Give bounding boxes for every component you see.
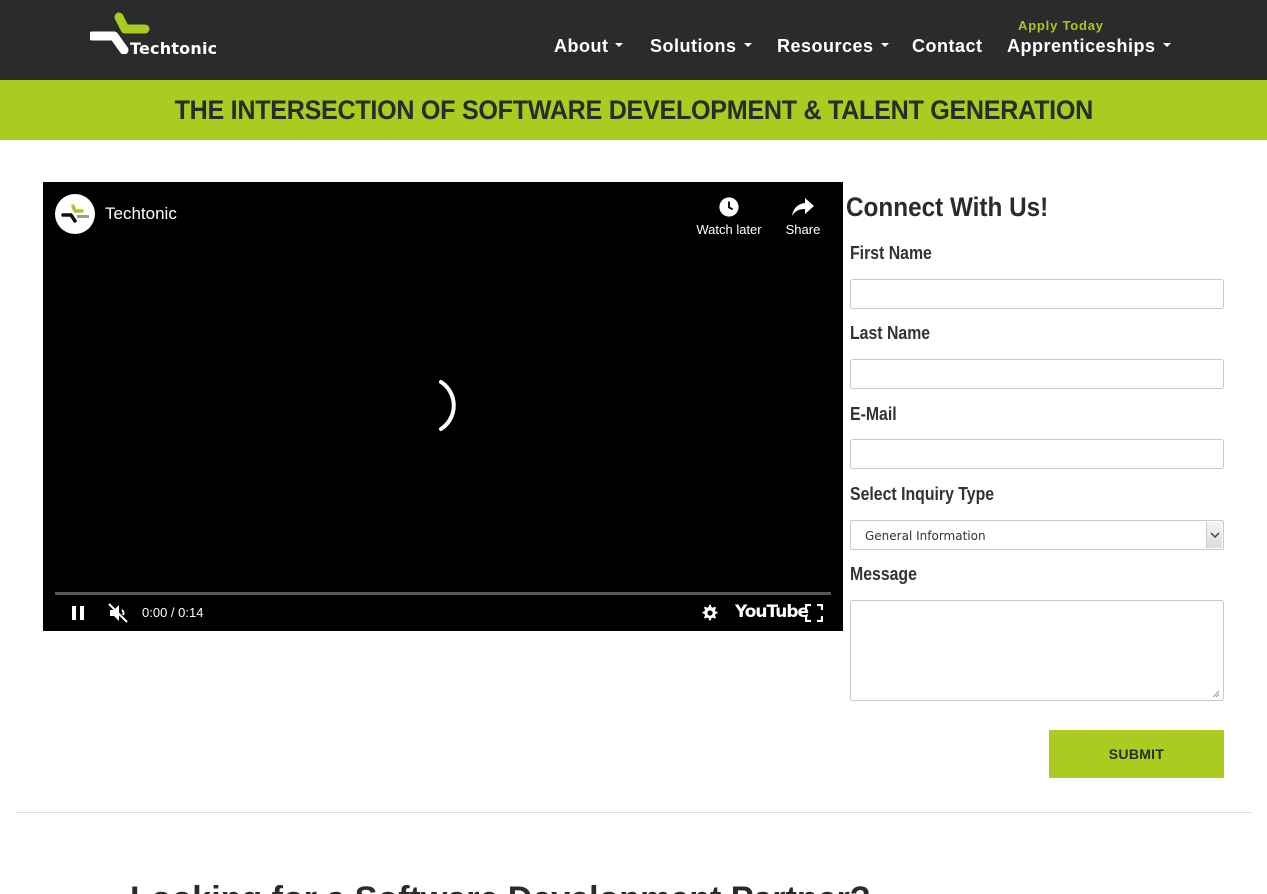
nav-label: Resources [777,36,874,56]
nav-item-contact[interactable]: Contact [912,36,983,57]
tagline-banner: THE INTERSECTION OF SOFTWARE DEVELOPMENT… [0,80,1267,140]
share-label: Share [785,222,821,237]
share-icon [792,198,814,216]
nav-item-solutions[interactable]: Solutions [650,36,752,57]
nav-label: Contact [912,36,983,56]
youtube-logo[interactable]: YouTube [735,602,809,622]
caret-down-icon [880,43,889,48]
nav-item-resources[interactable]: Resources [777,36,889,57]
email-field[interactable] [850,439,1224,469]
chevron-down-icon [1210,532,1220,539]
connect-form-title: Connect With Us! [846,192,1049,222]
channel-name[interactable]: Techtonic [105,204,177,224]
fullscreen-icon[interactable] [805,604,823,622]
caret-down-icon [615,43,624,48]
nav-label: Solutions [650,36,737,56]
first-name-field[interactable] [850,279,1224,309]
inquiry-selected-value: General Information [865,529,986,543]
top-navigation-bar: Techtonic Apply Today About Solutions Re… [0,0,1267,80]
apply-today-label[interactable]: Apply Today [1018,18,1104,33]
clock-icon [719,197,739,217]
inquiry-type-label: Select Inquiry Type [850,484,995,504]
pause-icon[interactable] [70,604,86,622]
settings-icon[interactable] [701,604,719,622]
nav-item-about[interactable]: About [554,36,624,57]
partner-section-heading: Looking for a Software Development Partn… [130,880,871,894]
inquiry-type-select[interactable]: General Information [850,520,1224,550]
first-name-label: First Name [850,243,932,263]
message-label: Message [850,564,917,584]
muted-icon[interactable] [107,602,129,624]
video-progress-bar[interactable] [55,592,831,595]
share-button[interactable]: Share [778,196,828,237]
section-divider [15,812,1252,813]
select-dropdown-button[interactable] [1206,522,1222,548]
loading-spinner [439,380,456,431]
caret-down-icon [1162,43,1171,48]
nav-label: About [554,36,609,56]
submit-button[interactable]: SUBMIT [1049,730,1224,778]
watch-later-button[interactable]: Watch later [694,196,764,237]
last-name-label: Last Name [850,323,931,343]
banner-title: THE INTERSECTION OF SOFTWARE DEVELOPMENT… [174,94,1093,125]
nav-label: Apprenticeships [1007,36,1156,56]
message-textarea[interactable] [850,600,1224,701]
caret-down-icon [743,43,752,48]
email-label: E-Mail [850,404,897,424]
techtonic-logo-icon [61,204,89,223]
video-time-display: 0:00 / 0:14 [142,605,204,620]
watch-later-label: Watch later [696,222,762,237]
nav-item-apprenticeships[interactable]: Apprenticeships [1007,36,1171,57]
main-nav: About Solutions Resources Contact Appren… [0,36,1267,58]
last-name-field[interactable] [850,359,1224,389]
channel-avatar[interactable] [55,194,95,234]
resize-grip-icon[interactable] [1211,689,1220,698]
youtube-video-player[interactable]: Techtonic Watch later Share 0:00 / 0:14 … [43,182,843,631]
